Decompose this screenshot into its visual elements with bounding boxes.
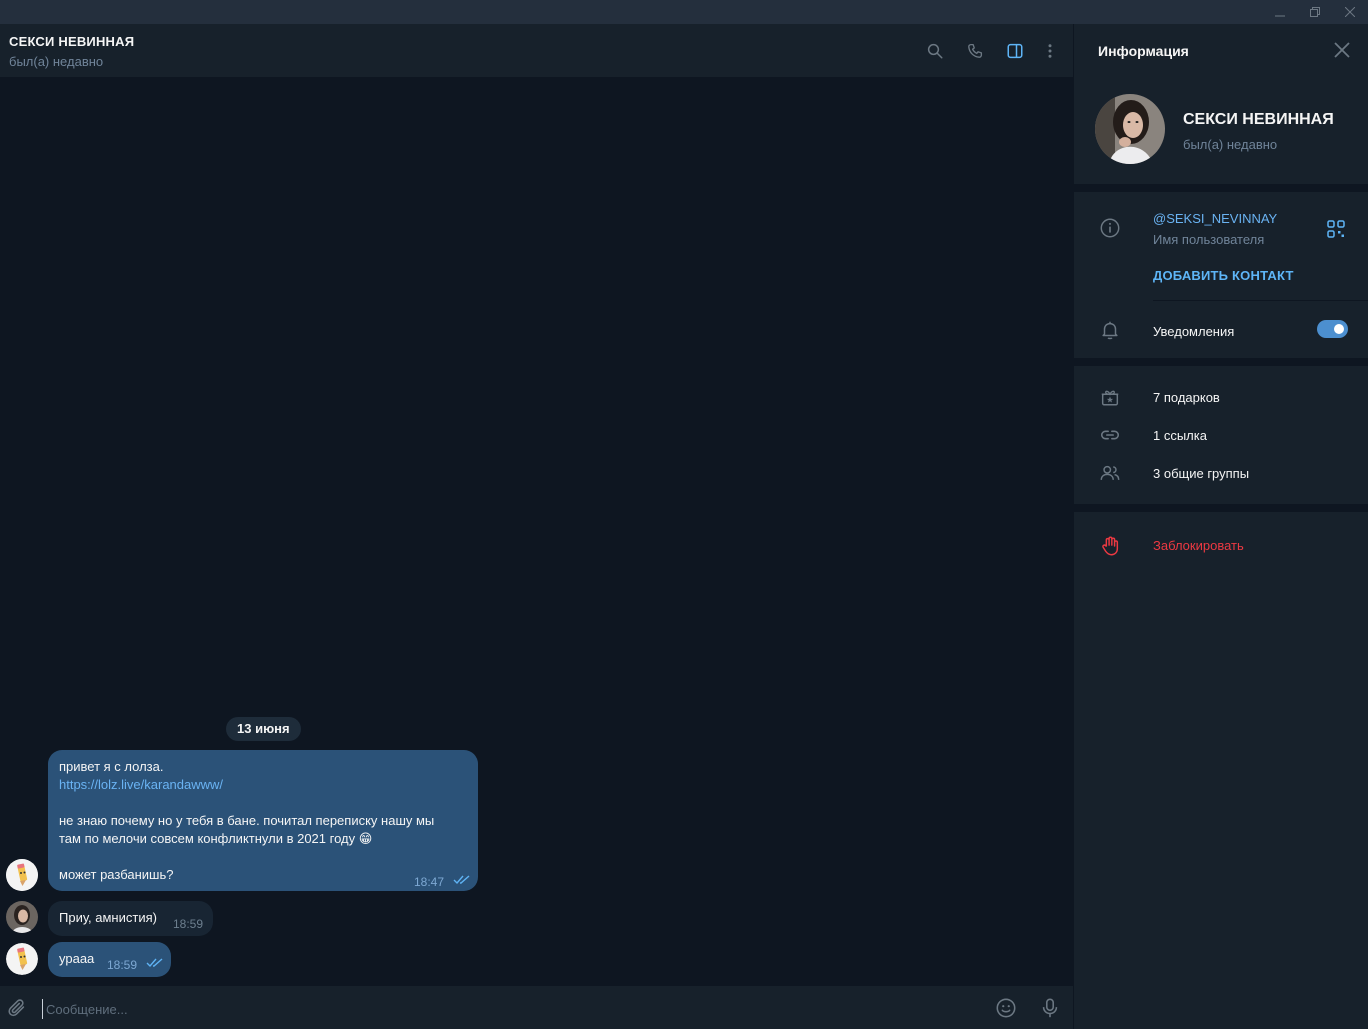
gift-icon (1098, 385, 1122, 409)
message-text: Приу, амнистия) (59, 910, 157, 925)
message-text: может разбанишь? (59, 867, 174, 882)
gifts-item[interactable]: 7 подарков (1153, 390, 1220, 405)
search-icon (927, 43, 943, 59)
attach-button[interactable] (5, 996, 29, 1020)
notifications-toggle[interactable] (1317, 320, 1348, 338)
message-bubble[interactable]: Приу, амнистия) 18:59 (48, 901, 213, 936)
message-text: привет я с лолза. (59, 759, 164, 774)
restore-button[interactable] (1297, 0, 1333, 24)
message-bubble[interactable]: привет я с лолза. https://lolz.live/kara… (48, 750, 478, 891)
window-close-button[interactable] (1332, 0, 1368, 24)
profile-status: был(а) недавно (1183, 137, 1278, 152)
message-link[interactable]: https://lolz.live/karandawww/ (59, 776, 469, 794)
username[interactable]: @SEKSI_NEVINNAY (1153, 211, 1277, 226)
section-divider (1074, 184, 1368, 192)
profile-photo-icon (6, 901, 38, 933)
links-item[interactable]: 1 ссылка (1153, 428, 1207, 443)
qr-code-icon[interactable] (1326, 219, 1346, 239)
message-bubble[interactable]: урааа 18:59 (48, 942, 171, 977)
info-panel: Информация СЕКСИ НЕВИННАЯ был(а) недавно… (1074, 24, 1368, 1029)
message-input[interactable] (42, 999, 942, 1019)
block-user-button[interactable]: Заблокировать (1153, 538, 1244, 553)
read-check-icon (146, 958, 163, 968)
users-icon (1098, 461, 1122, 485)
close-icon[interactable] (1332, 40, 1352, 60)
common-groups-item[interactable]: 3 общие группы (1153, 466, 1249, 481)
section-divider (1074, 504, 1368, 512)
sender-avatar[interactable] (6, 943, 38, 975)
minimize-icon (1275, 15, 1285, 17)
call-button[interactable] (963, 39, 987, 63)
pencil-sticker-icon (6, 859, 38, 891)
message-time: 18:47 (414, 875, 445, 889)
profile-photo-icon (1095, 94, 1165, 164)
read-check-icon (453, 875, 470, 885)
sidebar-toggle-icon (1007, 43, 1023, 59)
row-divider (1153, 300, 1368, 301)
emoji-button[interactable] (994, 996, 1018, 1020)
profile-avatar[interactable] (1095, 94, 1165, 164)
info-title: Информация (1098, 43, 1189, 59)
sidebar-toggle-button[interactable] (1003, 39, 1027, 63)
message-list[interactable]: 13 июня привет я с лолза. https://lolz.l… (0, 78, 1073, 985)
sender-avatar[interactable] (6, 859, 38, 891)
toggle-knob (1332, 322, 1346, 336)
close-icon (1345, 7, 1355, 17)
message-text: урааа (59, 951, 95, 966)
search-button[interactable] (923, 39, 947, 63)
username-label: Имя пользователя (1153, 232, 1265, 247)
phone-icon (968, 43, 983, 58)
more-button[interactable] (1038, 39, 1062, 63)
chat-header: СЕКСИ НЕВИННАЯ был(а) недавно (0, 24, 1073, 78)
microphone-icon (1042, 998, 1058, 1018)
chat-status: был(а) недавно (9, 54, 104, 69)
notifications-label: Уведомления (1153, 324, 1235, 339)
message-text: не знаю почему но у тебя в бане. почитал… (59, 813, 435, 828)
profile-name: СЕКСИ НЕВИННАЯ (1183, 111, 1334, 128)
hand-icon (1098, 534, 1122, 558)
voice-button[interactable] (1038, 996, 1062, 1020)
restore-icon (1310, 7, 1320, 17)
emoji-icon (996, 998, 1016, 1018)
more-vertical-icon (1048, 44, 1052, 58)
message-composer (0, 985, 1073, 1029)
message-time: 18:59 (173, 917, 204, 931)
chat-title[interactable]: СЕКСИ НЕВИННАЯ (9, 34, 134, 49)
paperclip-icon (8, 999, 25, 1017)
window-titlebar (0, 0, 1368, 24)
bell-icon (1098, 318, 1122, 342)
date-separator: 13 июня (226, 717, 301, 741)
sender-avatar[interactable] (6, 901, 38, 933)
section-divider (1074, 358, 1368, 366)
message-text: там по мелочи совсем конфликтнули в 2021… (59, 831, 373, 846)
pencil-sticker-icon (6, 943, 38, 975)
add-contact-button[interactable]: ДОБАВИТЬ КОНТАКТ (1153, 268, 1294, 283)
minimize-button[interactable] (1262, 0, 1298, 24)
message-time: 18:59 (107, 958, 138, 972)
info-icon (1098, 216, 1122, 240)
link-icon (1098, 423, 1122, 447)
